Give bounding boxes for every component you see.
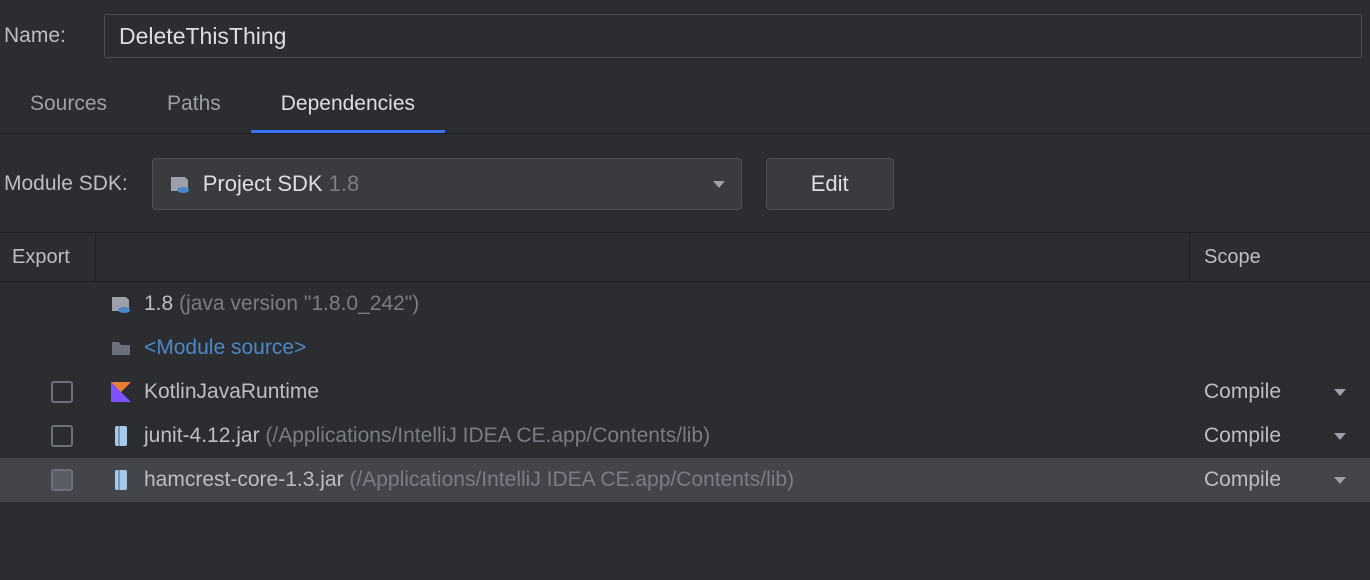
table-row[interactable]: KotlinJavaRuntime Compile (0, 370, 1370, 414)
scope-value: Compile (1204, 468, 1281, 492)
table-row[interactable]: 1.8 (java version "1.8.0_242") (0, 282, 1370, 326)
tabs: Sources Paths Dependencies (0, 80, 1370, 134)
dropdown-caret-icon (1334, 477, 1346, 484)
table-row[interactable]: <Module source> (0, 326, 1370, 370)
kotlin-icon (110, 381, 132, 403)
lib-path: (/Applications/IntelliJ IDEA CE.app/Cont… (260, 424, 711, 447)
name-input[interactable] (104, 14, 1362, 58)
module-source: <Module source> (144, 336, 306, 360)
jdk-name: 1.8 (144, 292, 173, 315)
export-checkbox[interactable] (51, 381, 73, 403)
column-header-export: Export (0, 233, 96, 281)
lib-name: hamcrest-core-1.3.jar (144, 468, 344, 491)
export-checkbox[interactable] (51, 425, 73, 447)
dependencies-table: 1.8 (java version "1.8.0_242") <Module s… (0, 282, 1370, 502)
table-row[interactable]: hamcrest-core-1.3.jar (/Applications/Int… (0, 458, 1370, 502)
jar-icon (110, 469, 132, 491)
name-label: Name: (4, 24, 104, 48)
tab-sources[interactable]: Sources (0, 80, 137, 133)
export-checkbox[interactable] (51, 469, 73, 491)
sdk-selected-version: 1.8 (329, 171, 360, 196)
lib-path: (/Applications/IntelliJ IDEA CE.app/Cont… (344, 468, 795, 491)
scope-value: Compile (1204, 424, 1281, 448)
tab-paths[interactable]: Paths (137, 80, 251, 133)
module-sdk-dropdown[interactable]: Project SDK 1.8 (152, 158, 742, 210)
jar-icon (110, 425, 132, 447)
jdk-detail: (java version "1.8.0_242") (173, 292, 419, 315)
column-header-scope: Scope (1190, 233, 1370, 281)
dropdown-caret-icon (713, 181, 725, 188)
java-sdk-icon (110, 293, 132, 315)
dropdown-caret-icon (1334, 433, 1346, 440)
scope-dropdown[interactable]: Compile (1190, 380, 1370, 404)
lib-name: KotlinJavaRuntime (144, 380, 319, 404)
table-row[interactable]: junit-4.12.jar (/Applications/IntelliJ I… (0, 414, 1370, 458)
lib-name: junit-4.12.jar (144, 424, 260, 447)
java-sdk-icon (169, 173, 191, 195)
scope-value: Compile (1204, 380, 1281, 404)
dropdown-caret-icon (1334, 389, 1346, 396)
folder-icon (110, 337, 132, 359)
tab-dependencies[interactable]: Dependencies (251, 80, 445, 133)
column-header-main (96, 233, 1190, 281)
module-sdk-label: Module SDK: (4, 172, 128, 196)
scope-dropdown[interactable]: Compile (1190, 424, 1370, 448)
scope-dropdown[interactable]: Compile (1190, 468, 1370, 492)
sdk-selected-prefix: Project SDK (203, 171, 329, 196)
edit-sdk-button[interactable]: Edit (766, 158, 894, 210)
